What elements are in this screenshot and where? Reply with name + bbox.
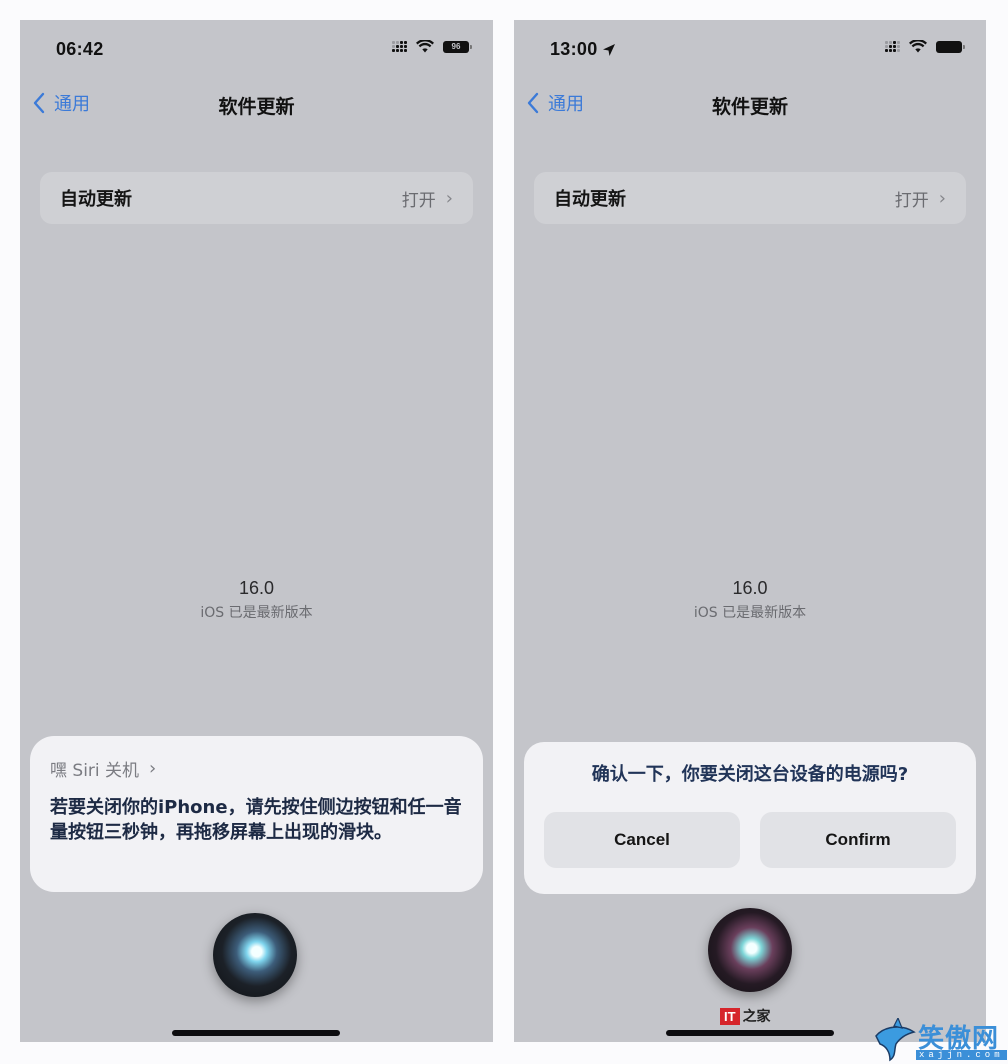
version-number: 16.0 [732,578,768,598]
auto-update-value: 打开 [401,190,436,211]
status-bar: 13:00 [514,20,986,80]
version-info: 16.0 iOS 已是最新版本 [20,578,493,622]
shutdown-confirm-dialog: 确认一下，你要关闭这台设备的电源吗? Cancel Confirm [524,742,976,894]
siri-orb-icon[interactable] [708,908,792,992]
battery-icon [936,40,965,53]
page-title: 软件更新 [218,96,295,118]
status-icons [885,40,965,53]
chevron-right-icon: › [149,758,157,779]
status-time: 13:00 [550,39,616,60]
home-indicator[interactable] [666,1030,834,1036]
confirm-question: 确认一下，你要关闭这台设备的电源吗? [591,764,909,785]
version-status: iOS 已是最新版本 [200,605,313,621]
auto-update-label: 自动更新 [554,189,626,210]
siri-source-label: 嘿 Siri 关机 [50,761,140,781]
siri-orb-icon[interactable] [213,913,297,997]
auto-update-value: 打开 [894,190,929,211]
auto-update-row[interactable]: 自动更新 打开 › [40,172,473,224]
cancel-button[interactable]: Cancel [544,812,740,868]
dialog-buttons: Cancel Confirm [544,812,956,868]
chevron-right-icon: › [445,187,453,209]
source-logo: IT 之家 [720,1006,771,1026]
nav-bar: 通用 软件更新 [514,86,986,126]
home-indicator[interactable] [172,1030,340,1036]
shark-logo-icon [875,1018,916,1062]
status-bar: 06:42 96 [20,20,493,80]
status-time-text: 13:00 [550,39,598,59]
auto-update-label: 自动更新 [60,189,132,210]
nav-bar: 通用 软件更新 [20,86,493,126]
status-time: 06:42 [56,39,104,59]
source-logo-text: 之家 [742,1009,771,1025]
siri-source-link[interactable]: 嘿 Siri 关机 › [50,756,463,781]
battery-icon: 96 [443,40,472,53]
status-icons: 96 [392,40,472,53]
signal-bars-icon [392,41,407,52]
signal-bars-icon [885,41,900,52]
page-title: 软件更新 [711,96,788,118]
version-status: iOS 已是最新版本 [693,605,807,621]
left-phone-screen: 06:42 96 通用 软件更新 自动更新 打开 › 16.0 iOS 已是最新… [20,20,493,1042]
siri-response-card: 嘿 Siri 关机 › 若要关闭你的iPhone，请先按住侧边按钮和任一音量按钮… [30,736,483,892]
chevron-right-icon: › [938,187,946,209]
confirm-button[interactable]: Confirm [760,812,956,868]
watermark-url: xajjn.com [916,1050,1007,1060]
siri-message: 若要关闭你的iPhone，请先按住侧边按钮和任一音量按钮三秒钟，再拖移屏幕上出现… [50,797,462,843]
location-arrow-icon [602,44,615,56]
wifi-icon [909,40,927,53]
version-info: 16.0 iOS 已是最新版本 [514,578,986,622]
wifi-icon [416,40,434,53]
right-phone-screen: 13:00 通用 软件更新 自动更新 打开 › 16.0 iOS 已是最新版本 … [514,20,986,1042]
version-number: 16.0 [238,578,275,598]
source-logo-box: IT [720,1007,740,1025]
auto-update-row[interactable]: 自动更新 打开 › [534,172,966,224]
watermark: 笑傲网 xajjn.com [872,1016,1008,1064]
